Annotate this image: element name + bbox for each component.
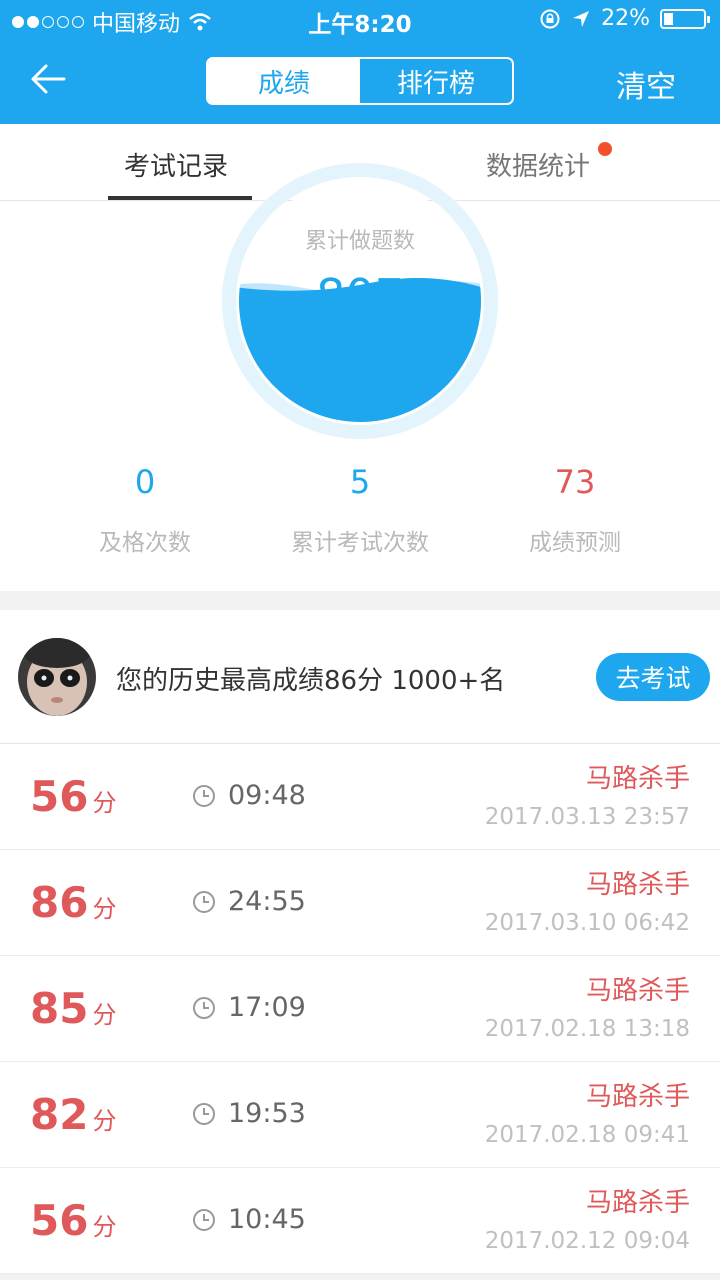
level-tag: 马路杀手 (585, 1082, 690, 1112)
duration: 09:48 (228, 780, 306, 811)
top-bar: 中国移动 上午8:20 22% 成绩 排行榜 清空 (0, 0, 720, 124)
clear-button[interactable]: 清空 (616, 62, 676, 106)
score-value: 56 (30, 1196, 89, 1245)
duration: 10:45 (228, 1204, 306, 1235)
back-arrow-icon[interactable] (28, 62, 68, 96)
tab-data-stats[interactable]: 数据统计 (486, 146, 590, 183)
clock-icon (193, 785, 215, 807)
duration: 24:55 (228, 886, 306, 917)
list-item[interactable]: 82 分 19:53 马路杀手 2017.02.18 09:41 (0, 1062, 720, 1168)
level-tag: 马路杀手 (585, 1188, 690, 1218)
summary-label: 成绩预测 (529, 530, 621, 556)
summary-label: 及格次数 (99, 530, 191, 556)
segment-scores[interactable]: 成绩 (208, 59, 360, 103)
segment-leaderboard[interactable]: 排行榜 (360, 59, 512, 103)
score-value: 82 (30, 1090, 89, 1139)
summary-exam-count: 5 累计考试次数 (240, 463, 480, 557)
exam-date: 2017.02.12 09:04 (484, 1228, 690, 1254)
exam-date: 2017.02.18 13:18 (484, 1016, 690, 1042)
tab-exam-records[interactable]: 考试记录 (124, 146, 228, 183)
level-tag: 马路杀手 (585, 764, 690, 794)
exam-record-list: 56 分 09:48 马路杀手 2017.03.13 23:57 86 分 24:5… (0, 744, 720, 1274)
clock-icon (193, 1103, 215, 1125)
location-arrow-icon (573, 10, 590, 27)
score-unit: 分 (92, 1001, 117, 1029)
avatar (18, 638, 96, 716)
segmented-control: 成绩 排行榜 (206, 57, 514, 105)
list-item[interactable]: 56 分 10:45 马路杀手 2017.02.12 09:04 (0, 1168, 720, 1274)
list-item[interactable]: 56 分 09:48 马路杀手 2017.03.13 23:57 (0, 744, 720, 850)
list-item[interactable]: 86 分 24:55 马路杀手 2017.03.10 06:42 (0, 850, 720, 956)
exam-date: 2017.03.10 06:42 (484, 910, 690, 936)
clock-icon (193, 1209, 215, 1231)
best-score-text: 您的历史最高成绩86分 1000+名 (116, 666, 506, 696)
score-value: 56 (30, 772, 89, 821)
list-item[interactable]: 85 分 17:09 马路杀手 2017.02.18 13:18 (0, 956, 720, 1062)
score-unit: 分 (92, 1213, 117, 1241)
clock-icon (193, 891, 215, 913)
status-right: 22% (539, 6, 710, 31)
rotation-lock-icon (540, 9, 560, 28)
gauge-label: 累计做题数 (304, 229, 415, 254)
best-score-row: 您的历史最高成绩86分 1000+名 去考试 (0, 610, 720, 744)
status-bar: 中国移动 上午8:20 22% (0, 0, 720, 40)
score-unit: 分 (92, 895, 117, 923)
summary-value: 5 (349, 463, 371, 501)
clock-icon (193, 997, 215, 1019)
score: 56 分 (30, 772, 116, 821)
exam-date: 2017.02.18 09:41 (484, 1122, 690, 1148)
notification-dot (598, 142, 612, 156)
duration: 17:09 (228, 992, 306, 1023)
summary-pass-count: 0 及格次数 (25, 463, 265, 557)
gauge-value: 807 (316, 269, 404, 323)
score-value: 85 (30, 984, 89, 1033)
exam-date: 2017.03.13 23:57 (484, 804, 690, 830)
score-unit: 分 (92, 1107, 117, 1135)
summary-value: 73 (554, 463, 596, 501)
score: 82 分 (30, 1090, 116, 1139)
score-unit: 分 (92, 789, 117, 817)
summary-score-prediction: 73 成绩预测 (455, 463, 695, 557)
level-tag: 马路杀手 (585, 976, 690, 1006)
battery-icon (660, 8, 710, 29)
go-exam-button[interactable]: 去考试 (596, 653, 710, 701)
score: 86 分 (30, 878, 116, 927)
battery-percent: 22% (601, 6, 650, 31)
stats-card: 累计做题数 807 0 及格次数 5 累计考试次数 73 成绩预测 (0, 163, 720, 591)
score: 56 分 (30, 1196, 116, 1245)
level-tag: 马路杀手 (585, 870, 690, 900)
score: 85 分 (30, 984, 116, 1033)
summary-value: 0 (134, 463, 156, 501)
duration: 19:53 (228, 1098, 306, 1129)
score-value: 86 (30, 878, 89, 927)
summary-label: 累计考试次数 (291, 530, 429, 556)
